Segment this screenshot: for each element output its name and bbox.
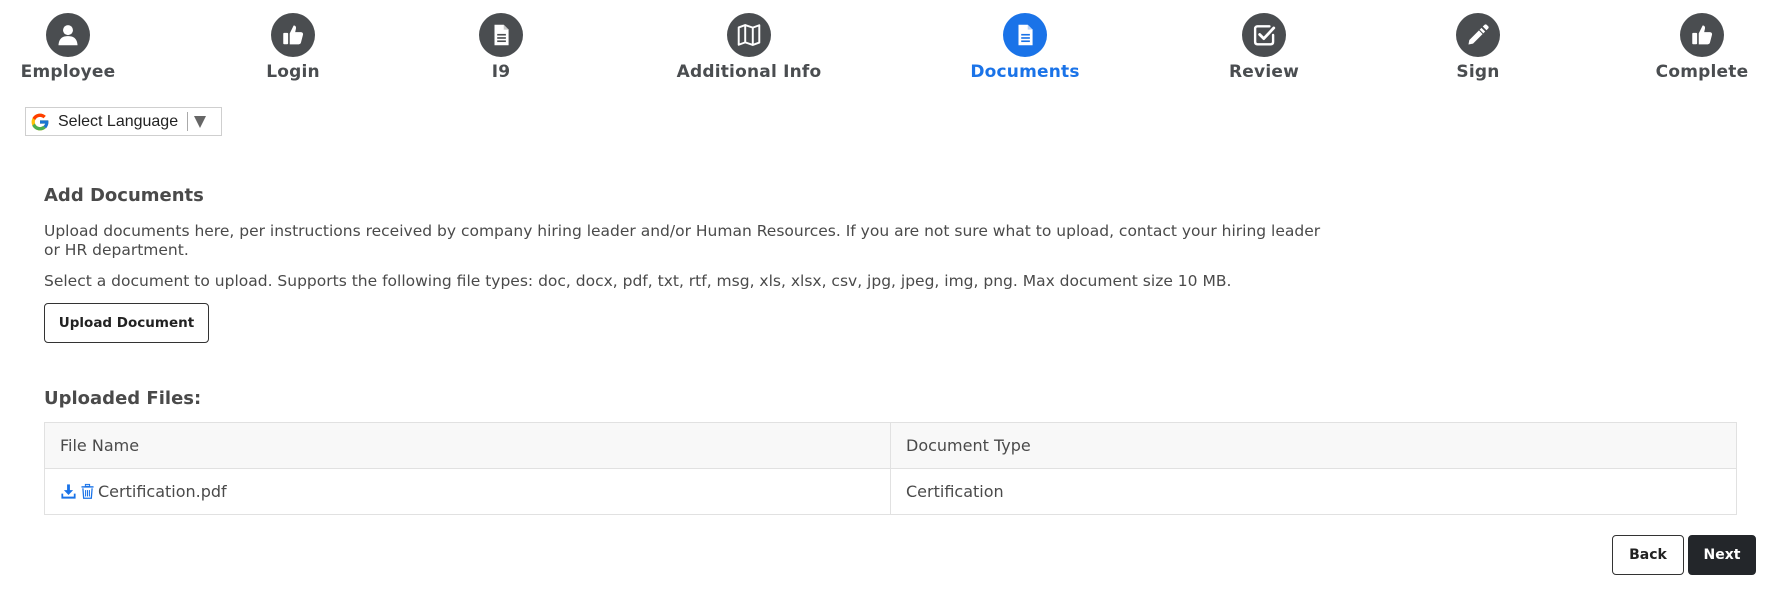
step-documents[interactable]: Documents <box>945 13 1105 82</box>
add-documents-title: Add Documents <box>44 185 204 206</box>
language-divider <box>187 112 189 131</box>
step-label: Sign <box>1456 62 1500 82</box>
pencil-icon <box>1456 13 1500 57</box>
step-employee[interactable]: Employee <box>0 13 148 82</box>
step-complete[interactable]: Complete <box>1622 13 1772 82</box>
uploaded-files-title: Uploaded Files: <box>44 388 202 409</box>
file-name-link[interactable]: Certification.pdf <box>98 482 227 501</box>
column-header-file-name: File Name <box>44 422 891 469</box>
step-label: Review <box>1229 62 1299 82</box>
step-label: Documents <box>970 62 1080 82</box>
document-type-cell: Certification <box>890 468 1737 515</box>
table-header-row: File Name Document Type <box>44 422 1737 469</box>
column-header-document-type: Document Type <box>890 422 1737 469</box>
user-icon <box>46 13 90 57</box>
step-review[interactable]: Review <box>1184 13 1344 82</box>
step-label: Login <box>266 62 320 82</box>
google-icon <box>31 113 49 130</box>
step-label: Additional Info <box>676 62 822 82</box>
document-icon <box>479 13 523 57</box>
next-button[interactable]: Next <box>1688 535 1756 575</box>
supported-filetypes-text: Select a document to upload. Supports th… <box>44 272 1232 290</box>
file-name-cell: Certification.pdf <box>44 468 891 515</box>
step-label: Employee <box>20 62 116 82</box>
upload-document-button[interactable]: Upload Document <box>44 303 209 343</box>
step-i9[interactable]: I9 <box>421 13 581 82</box>
language-label: Select Language <box>58 112 179 130</box>
upload-instructions: Upload documents here, per instructions … <box>44 222 1321 259</box>
step-label: Complete <box>1655 62 1749 82</box>
uploaded-files-table: File Name Document Type Certification.pd… <box>44 422 1737 515</box>
thumbs-up-icon <box>271 13 315 57</box>
trash-icon[interactable] <box>79 483 96 500</box>
step-sign[interactable]: Sign <box>1398 13 1558 82</box>
step-label: I9 <box>491 62 511 82</box>
map-icon <box>727 13 771 57</box>
check-square-icon <box>1242 13 1286 57</box>
step-login[interactable]: Login <box>213 13 373 82</box>
table-row: Certification.pdf Certification <box>44 468 1737 515</box>
step-additional-info[interactable]: Additional Info <box>669 13 829 82</box>
progress-stepper: Employee Login I9 Additional Info Docume… <box>0 0 1772 90</box>
document-icon <box>1003 13 1047 57</box>
thumbs-up-icon <box>1680 13 1724 57</box>
download-icon[interactable] <box>60 483 77 500</box>
chevron-down-icon[interactable] <box>194 115 207 128</box>
language-select[interactable]: Select Language <box>25 107 222 136</box>
back-button[interactable]: Back <box>1612 535 1684 575</box>
